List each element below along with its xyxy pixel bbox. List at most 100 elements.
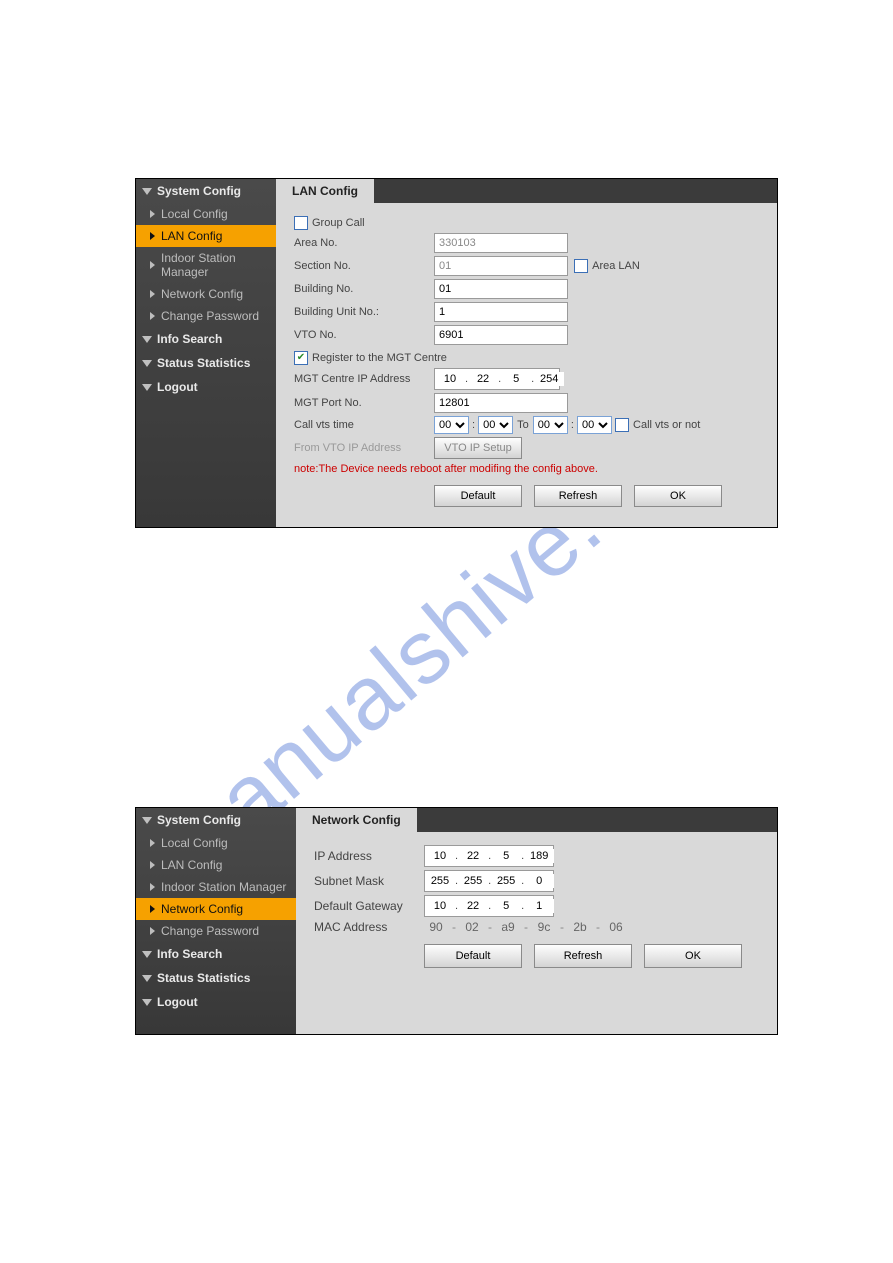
sidebar-item-indoor-station-manager[interactable]: Indoor Station Manager [136,876,296,898]
button-ok[interactable]: OK [634,485,722,507]
ip-octet[interactable] [458,849,488,863]
sidebar-item-label: Local Config [161,207,228,221]
chevron-right-icon [150,261,155,269]
mac-dash: - [524,920,528,934]
ip-octet[interactable] [524,899,554,913]
sidebar-header-logout[interactable]: Logout [136,990,296,1014]
select-time-mm1[interactable]: 00 [478,416,513,434]
input-mgt-centre-ip[interactable]: . . . [434,368,560,390]
input-subnet-mask[interactable]: . . . [424,870,554,892]
chevron-down-icon [142,999,152,1006]
chevron-right-icon [150,312,155,320]
chevron-right-icon [150,861,155,869]
sidebar: System Config Local Config LAN Config In… [136,179,276,527]
ip-octet[interactable] [491,899,521,913]
mac-octet: a9 [496,920,520,934]
button-refresh[interactable]: Refresh [534,944,632,968]
ip-octet[interactable] [458,899,488,913]
button-default[interactable]: Default [434,485,522,507]
sidebar-header-status-statistics[interactable]: Status Statistics [136,351,276,375]
chevron-right-icon [150,210,155,218]
ip-octet[interactable] [468,372,498,386]
sidebar-item-change-password[interactable]: Change Password [136,305,276,327]
checkbox-register-mgt-centre[interactable] [294,351,308,365]
tab-network-config[interactable]: Network Config [296,808,417,832]
button-default[interactable]: Default [424,944,522,968]
chevron-right-icon [150,232,155,240]
colon: : [469,419,478,431]
ip-octet[interactable] [501,372,531,386]
ip-octet[interactable] [491,849,521,863]
chevron-down-icon [142,951,152,958]
ip-octet[interactable] [524,849,554,863]
sidebar-header-label: Logout [157,995,198,1009]
sidebar-item-network-config[interactable]: Network Config [136,283,276,305]
sidebar-header-label: Logout [157,380,198,394]
label-area-lan: Area LAN [592,260,640,272]
label-subnet-mask: Subnet Mask [314,874,424,888]
ip-octet[interactable] [524,874,554,888]
mac-dash: - [452,920,456,934]
sidebar-item-label: Indoor Station Manager [161,251,272,279]
input-section-no[interactable] [434,256,568,276]
checkbox-area-lan[interactable] [574,259,588,273]
chevron-down-icon [142,336,152,343]
sidebar-item-label: Change Password [161,924,259,938]
mac-dash: - [488,920,492,934]
select-time-mm2[interactable]: 00 [577,416,612,434]
chevron-down-icon [142,975,152,982]
mac-octet: 90 [424,920,448,934]
sidebar-item-change-password[interactable]: Change Password [136,920,296,942]
mac-dash: - [560,920,564,934]
ip-octet[interactable] [425,849,455,863]
sidebar-item-network-config[interactable]: Network Config [136,898,296,920]
ip-octet[interactable] [534,372,564,386]
sidebar-item-lan-config[interactable]: LAN Config [136,854,296,876]
sidebar-header-system-config[interactable]: System Config [136,808,296,832]
ip-octet[interactable] [425,874,455,888]
select-time-hh1[interactable]: 00 [434,416,469,434]
button-refresh[interactable]: Refresh [534,485,622,507]
sidebar-item-label: LAN Config [161,229,222,243]
select-time-hh2[interactable]: 00 [533,416,568,434]
label-building-unit-no: Building Unit No.: [294,306,434,318]
mac-dash: - [596,920,600,934]
ip-octet[interactable] [458,874,488,888]
sidebar-header-label: System Config [157,813,241,827]
sidebar-item-lan-config[interactable]: LAN Config [136,225,276,247]
checkbox-call-vts-or-not[interactable] [615,418,629,432]
sidebar-item-local-config[interactable]: Local Config [136,203,276,225]
input-ip-address[interactable]: . . . [424,845,554,867]
input-building-no[interactable] [434,279,568,299]
sidebar-header-logout[interactable]: Logout [136,375,276,399]
chevron-right-icon [150,927,155,935]
label-to: To [513,419,533,431]
input-default-gateway[interactable]: . . . [424,895,554,917]
tab-bar: LAN Config [276,179,777,203]
ip-octet[interactable] [435,372,465,386]
chevron-right-icon [150,905,155,913]
ip-octet[interactable] [425,899,455,913]
sidebar-header-system-config[interactable]: System Config [136,179,276,203]
label-ip-address: IP Address [314,849,424,863]
checkbox-group-call[interactable] [294,216,308,230]
label-from-vto-ip: From VTO IP Address [294,442,434,454]
input-area-no[interactable] [434,233,568,253]
button-ok[interactable]: OK [644,944,742,968]
sidebar-header-status-statistics[interactable]: Status Statistics [136,966,296,990]
sidebar-item-label: Change Password [161,309,259,323]
form-body: IP Address . . . Subnet Mask . . . Defau… [296,832,777,978]
input-vto-no[interactable] [434,325,568,345]
sidebar-item-indoor-station-manager[interactable]: Indoor Station Manager [136,247,276,283]
sidebar-item-local-config[interactable]: Local Config [136,832,296,854]
sidebar-header-info-search[interactable]: Info Search [136,942,296,966]
content-area: Network Config IP Address . . . Subnet M… [296,808,777,1034]
label-mgt-port: MGT Port No. [294,397,434,409]
input-building-unit-no[interactable] [434,302,568,322]
tab-lan-config[interactable]: LAN Config [276,179,374,203]
input-mgt-port[interactable] [434,393,568,413]
sidebar-header-label: Info Search [157,947,222,961]
ip-octet[interactable] [491,874,521,888]
sidebar-header-info-search[interactable]: Info Search [136,327,276,351]
panel-lan-config: System Config Local Config LAN Config In… [135,178,778,528]
